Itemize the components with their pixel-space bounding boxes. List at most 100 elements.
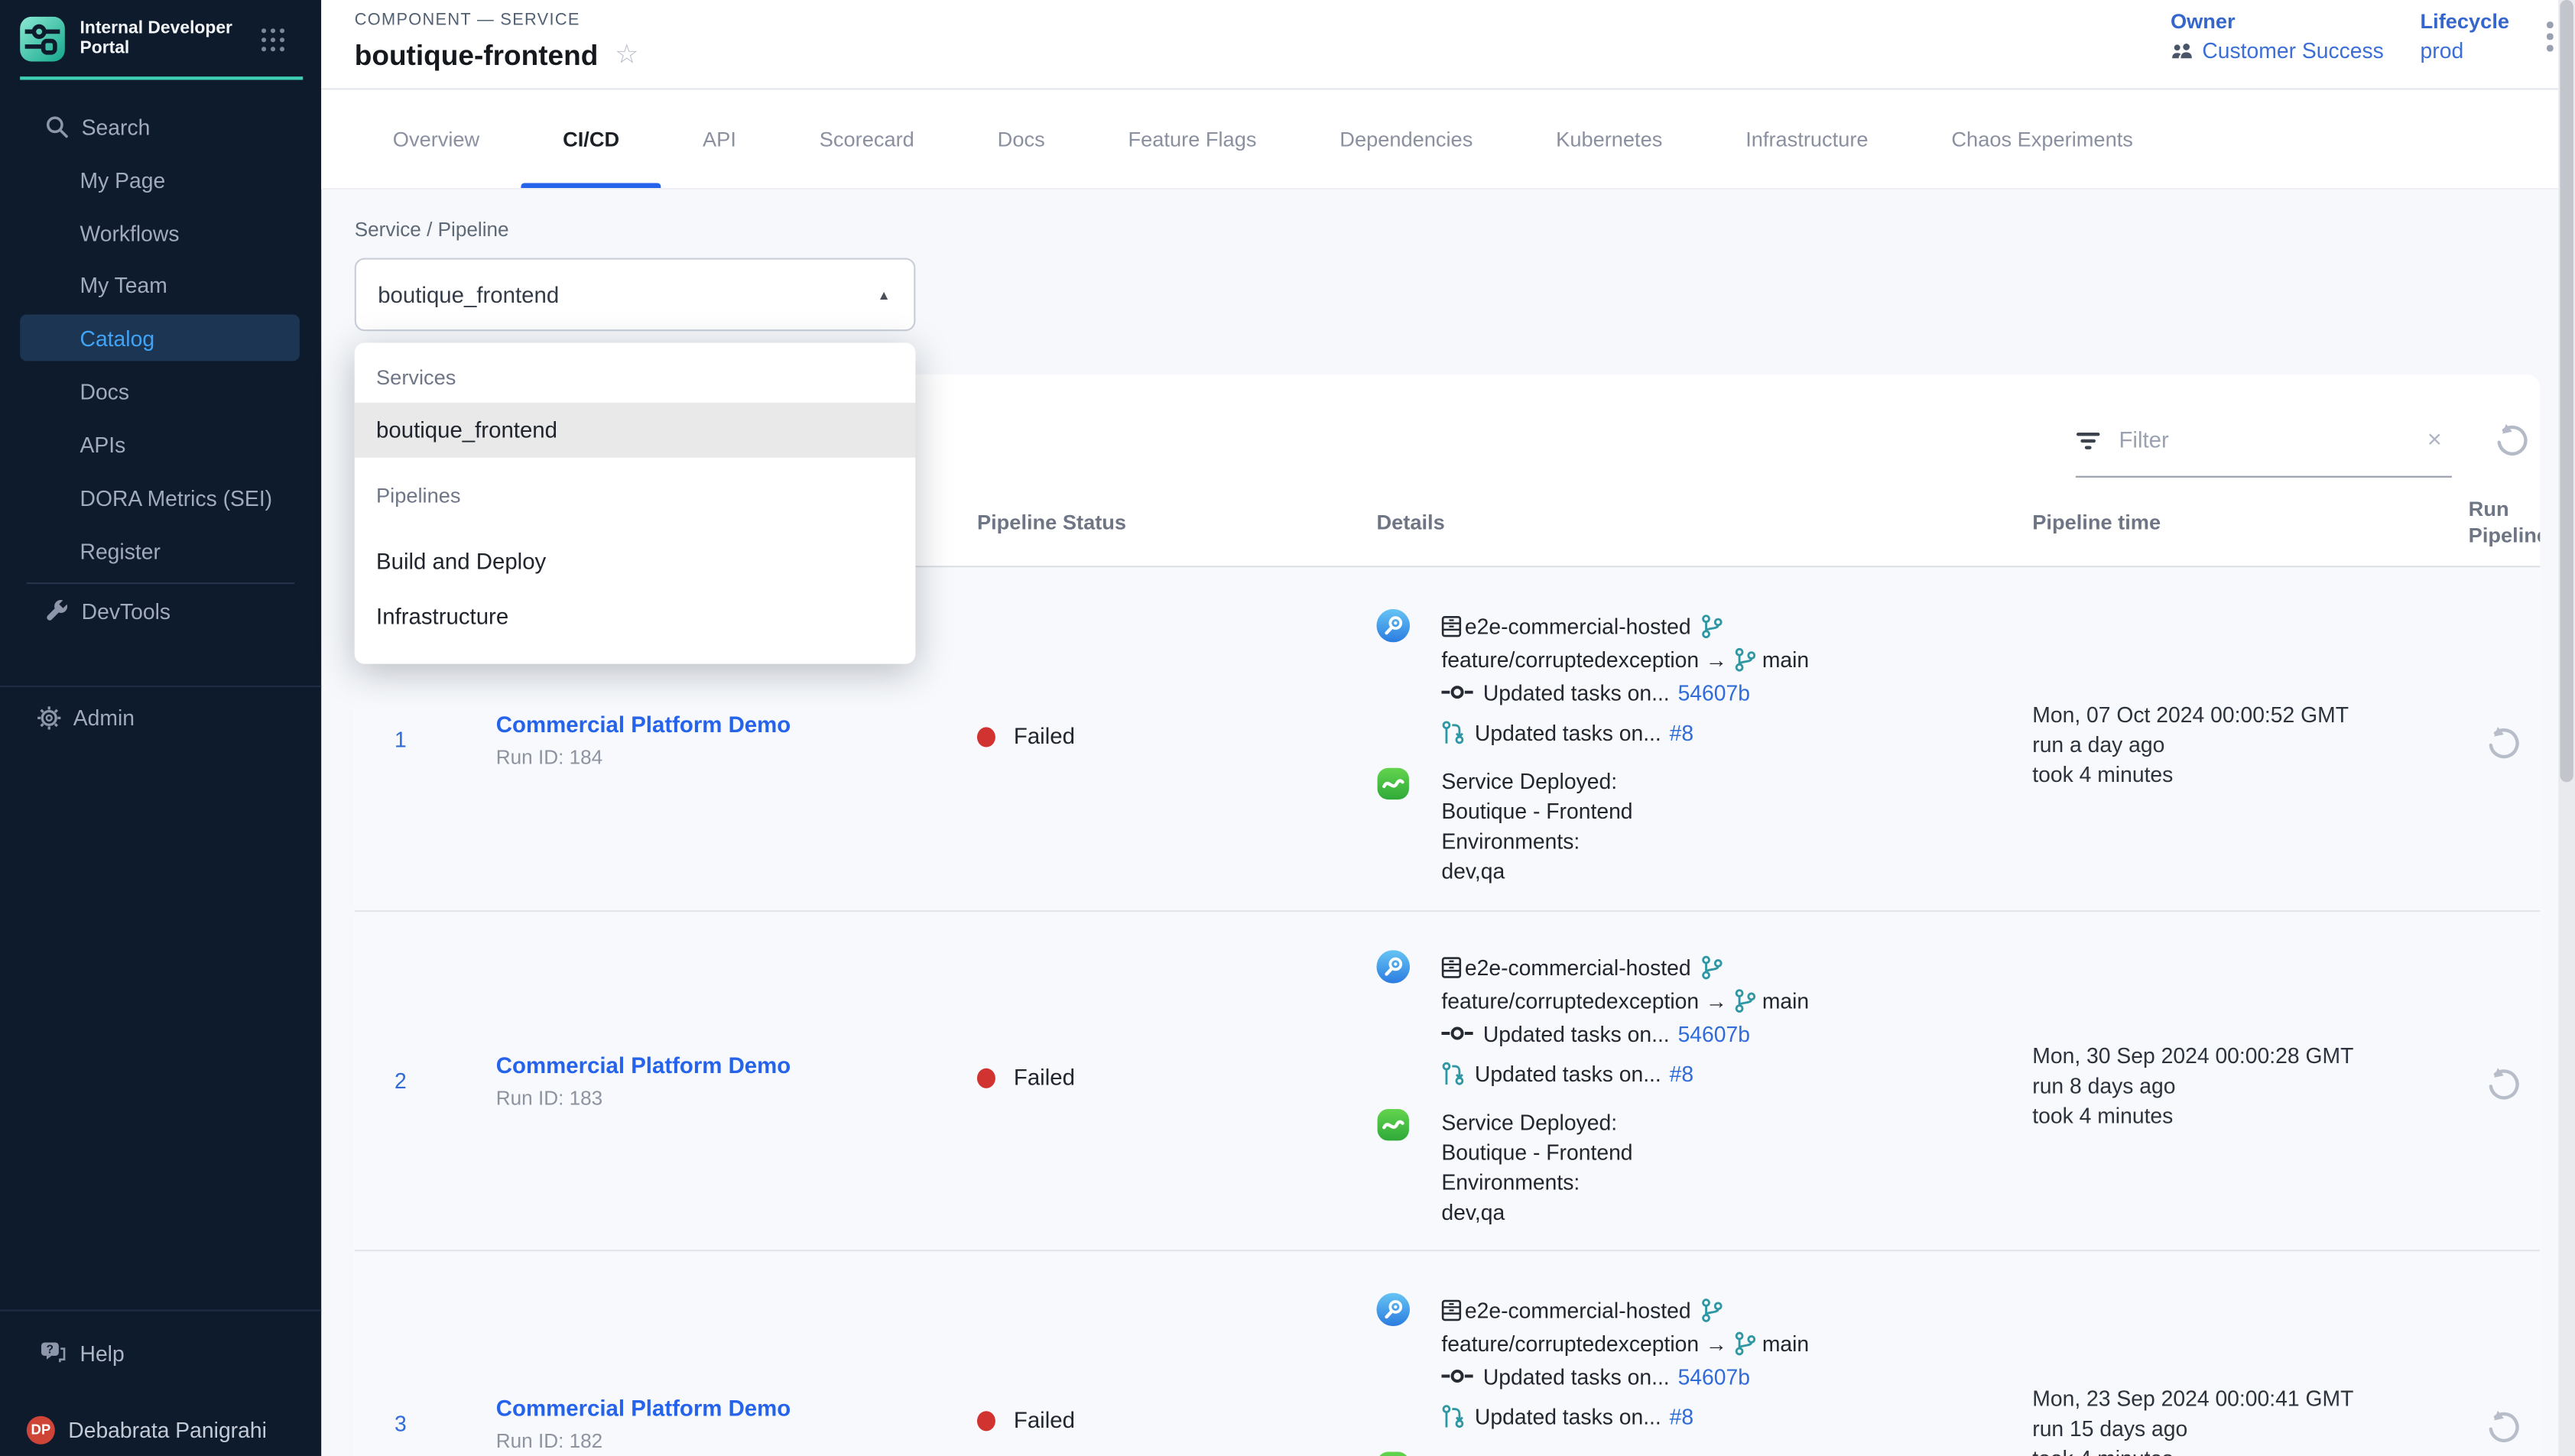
tab-feature-flags[interactable]: Feature Flags <box>1086 90 1298 188</box>
pipeline-run-link[interactable]: Commercial Platform Demo <box>496 1396 963 1422</box>
brand[interactable]: Internal Developer Portal <box>20 17 246 62</box>
owner-value-link[interactable]: Customer Success <box>2202 38 2384 63</box>
dropdown-option-build-and-deploy[interactable]: Build and Deploy <box>355 534 916 589</box>
commit-hash-link[interactable]: 54607b <box>1678 679 1750 705</box>
repo-name[interactable]: e2e-commercial-hosted <box>1465 613 1691 638</box>
clear-filter-icon[interactable]: × <box>2427 426 2442 454</box>
deploy-title: Service Deployed: <box>1441 1451 1632 1456</box>
scrollbar-thumb[interactable] <box>2560 0 2573 782</box>
status-label: Failed <box>1014 1408 1075 1433</box>
sidebar-item-dora-metrics[interactable]: DORA Metrics (SEI) <box>0 474 321 520</box>
tab-kubernetes[interactable]: Kubernetes <box>1515 90 1704 188</box>
user-name: Debabrata Panigrahi <box>68 1417 267 1442</box>
repo-icon <box>1441 1299 1461 1320</box>
pr-link[interactable]: #8 <box>1670 1403 1694 1428</box>
commit-message: Updated tasks on... <box>1483 1364 1670 1389</box>
user-menu[interactable]: DP Debabrata Panigrahi <box>27 1412 267 1446</box>
run-timestamp: Mon, 30 Sep 2024 00:00:28 GMT <box>2032 1042 2353 1072</box>
refresh-icon[interactable] <box>2493 423 2530 459</box>
lifecycle-label: Lifecycle <box>2421 10 2510 33</box>
tab-dependencies[interactable]: Dependencies <box>1298 90 1515 188</box>
app-switcher-icon[interactable] <box>260 27 287 54</box>
branch-from[interactable]: feature/corruptedexception <box>1441 987 1699 1013</box>
status-badge: Failed <box>977 1065 1075 1090</box>
branch-to[interactable]: main <box>1762 647 1809 672</box>
pipeline-time-cell: Mon, 07 Oct 2024 00:00:52 GMT run a day … <box>2032 701 2349 791</box>
branch-from[interactable]: feature/corruptedexception <box>1441 1331 1699 1356</box>
more-options-icon[interactable] <box>2547 21 2554 57</box>
status-label: Failed <box>1014 724 1075 749</box>
table-row: 3 Commercial Platform Demo Run ID: 182 F… <box>355 1250 2541 1456</box>
pipeline-run-link[interactable]: Commercial Platform Demo <box>496 1053 963 1078</box>
branch-from[interactable]: feature/corruptedexception <box>1441 647 1699 672</box>
deploy-title: Service Deployed: <box>1441 767 1632 797</box>
help-chat-icon: ? <box>40 1341 67 1364</box>
run-duration: took 4 minutes <box>2032 1445 2353 1456</box>
dropdown-option-infrastructure[interactable]: Infrastructure <box>355 589 916 644</box>
filter-input[interactable] <box>2116 426 2427 454</box>
git-branch-icon <box>1734 987 1755 1013</box>
branch-to[interactable]: main <box>1762 987 1809 1013</box>
row-number: 2 <box>395 1068 407 1094</box>
status-label: Failed <box>1014 1065 1075 1090</box>
sidebar-item-label: Workflows <box>80 220 180 245</box>
lifecycle-block: Lifecycle prod <box>2421 10 2510 63</box>
ci-stage-icon <box>1376 1293 1410 1327</box>
sidebar-item-register[interactable]: Register <box>0 527 321 574</box>
sidebar-item-label: APIs <box>80 432 126 457</box>
repo-name[interactable]: e2e-commercial-hosted <box>1465 1297 1691 1322</box>
service-pipeline-select[interactable]: boutique_frontend ▲ <box>355 258 916 331</box>
commit-hash-link[interactable]: 54607b <box>1678 1364 1750 1389</box>
sidebar-item-devtools[interactable]: DevTools <box>0 588 321 634</box>
sidebar-item-apis[interactable]: APIs <box>0 421 321 468</box>
tab-infrastructure[interactable]: Infrastructure <box>1704 90 1910 188</box>
commit-message: Updated tasks on... <box>1483 1021 1670 1046</box>
app-logo-icon <box>20 17 65 62</box>
rerun-pipeline-icon[interactable] <box>2485 1409 2521 1446</box>
repo-name[interactable]: e2e-commercial-hosted <box>1465 955 1691 980</box>
sidebar-item-my-team[interactable]: My Team <box>0 261 321 308</box>
pr-message: Updated tasks on... <box>1475 1403 1661 1428</box>
commit-message: Updated tasks on... <box>1483 679 1670 705</box>
tab-cicd[interactable]: CI/CD <box>521 90 661 188</box>
pipeline-time-cell: Mon, 23 Sep 2024 00:00:41 GMT run 15 day… <box>2032 1384 2353 1456</box>
status-badge: Failed <box>977 724 1075 749</box>
sidebar-accent-divider <box>20 76 303 79</box>
rerun-pipeline-icon[interactable] <box>2485 725 2521 762</box>
sidebar-item-label: My Page <box>80 167 166 193</box>
status-badge: Failed <box>977 1408 1075 1433</box>
tab-docs[interactable]: Docs <box>956 90 1086 188</box>
tab-overview[interactable]: Overview <box>351 90 521 188</box>
search-icon <box>45 115 68 138</box>
tab-api[interactable]: API <box>661 90 778 188</box>
pipeline-run-link[interactable]: Commercial Platform Demo <box>496 712 963 738</box>
environments-label: Environments: <box>1441 827 1632 857</box>
table-row: 2 Commercial Platform Demo Run ID: 183 F… <box>355 910 2541 1250</box>
repo-icon <box>1441 615 1461 636</box>
sidebar-item-label: DORA Metrics (SEI) <box>80 485 273 511</box>
git-branch-icon <box>1734 1331 1755 1356</box>
pr-link[interactable]: #8 <box>1670 720 1694 745</box>
pr-link[interactable]: #8 <box>1670 1061 1694 1086</box>
breadcrumb-kicker: COMPONENT — SERVICE <box>355 11 580 30</box>
page-scrollbar[interactable] <box>2558 0 2575 1456</box>
sidebar-item-label: Admin <box>73 705 135 730</box>
help-button[interactable]: ? Help <box>40 1336 124 1370</box>
commit-hash-link[interactable]: 54607b <box>1678 1021 1750 1046</box>
tab-scorecard[interactable]: Scorecard <box>778 90 956 188</box>
sidebar-item-docs[interactable]: Docs <box>0 368 321 414</box>
rerun-pipeline-icon[interactable] <box>2485 1067 2521 1104</box>
sidebar-item-search[interactable]: Search <box>0 103 321 150</box>
sidebar-item-admin[interactable]: Admin <box>0 694 321 741</box>
sidebar-item-my-page[interactable]: My Page <box>0 157 321 203</box>
sidebar-item-catalog[interactable]: Catalog <box>20 314 300 361</box>
branch-to[interactable]: main <box>1762 1331 1809 1356</box>
entity-header: COMPONENT — SERVICE boutique-frontend ☆ … <box>321 0 2558 90</box>
run-duration: took 4 minutes <box>2032 1101 2353 1131</box>
dropdown-option-boutique-frontend[interactable]: boutique_frontend <box>355 403 916 458</box>
sidebar-item-workflows[interactable]: Workflows <box>0 209 321 256</box>
run-id: Run ID: 182 <box>496 1429 963 1452</box>
favorite-star-icon[interactable]: ☆ <box>615 44 638 70</box>
tab-chaos-experiments[interactable]: Chaos Experiments <box>1910 90 2174 188</box>
run-id: Run ID: 184 <box>496 745 963 768</box>
